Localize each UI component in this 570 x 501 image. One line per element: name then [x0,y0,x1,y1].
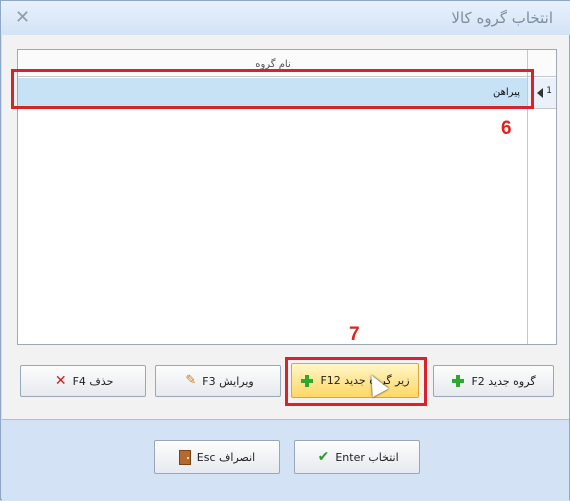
row-highlight-box [11,69,534,109]
title-bar: ✕ انتخاب گروه کالا [1,1,570,35]
cancel-button[interactable]: انصراف Esc [154,440,280,474]
subgroup-highlight-box [285,357,427,406]
row-marker-label: 6 [501,118,512,139]
cancel-label: انصراف Esc [196,450,256,464]
select-label: انتخاب Enter [335,450,399,464]
dialog-title: انتخاب گروه کالا [451,9,553,27]
group-plus-icon [451,374,465,388]
delete-button[interactable]: حذف F4 ✕ [20,365,146,397]
exit-door-icon [178,449,191,465]
check-icon: ✔ [317,449,330,465]
pencil-icon: ✎ [185,373,197,388]
new-group-label: گروه جدید F2 [471,374,536,388]
button-marker-label: 7 [349,324,360,345]
delete-label: حذف F4 [72,374,114,388]
current-row-arrow-icon [537,88,543,98]
select-button[interactable]: انتخاب Enter ✔ [294,440,420,474]
new-group-button[interactable]: گروه جدید F2 [433,365,554,397]
close-icon[interactable]: ✕ [15,7,30,28]
edit-button[interactable]: ویرایش F3 ✎ [155,365,281,397]
delete-x-icon: ✕ [54,373,67,389]
edit-label: ویرایش F3 [202,374,254,388]
row-number: 1 [546,86,552,96]
dialog-window: ✕ انتخاب گروه کالا نام گروه پیراهن 1 6 ح… [0,0,570,501]
bottom-panel [2,419,569,501]
